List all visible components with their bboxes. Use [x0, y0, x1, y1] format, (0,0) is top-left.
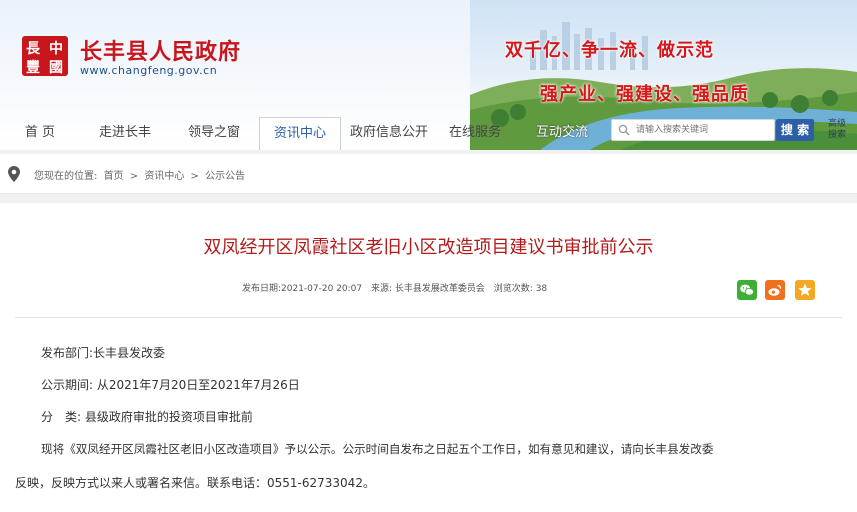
nav-item-news[interactable]: 资讯中心 [259, 117, 341, 150]
search-button[interactable]: 搜 索 [776, 119, 814, 141]
weibo-share-button[interactable] [765, 280, 785, 300]
slogan-line-2: 强产业、强建设、强品质 [540, 84, 749, 105]
article-panel: 双凤经开区凤霞社区老旧小区改造项目建议书审批前公示 发布日期:2021-07-2… [0, 203, 857, 512]
breadcrumb-home[interactable]: 首页 [104, 171, 124, 182]
search-box [611, 119, 775, 141]
article-title: 双凤经开区凤霞社区老旧小区改造项目建议书审批前公示 [203, 237, 654, 258]
body-notice-line2: 反映，反映方式以来人或署名来信。联系电话：0551-62733042。 [15, 476, 375, 490]
body-category: 分 类: 县级政府审批的投资项目审批前 [41, 410, 253, 424]
slogan-line-1: 双千亿、争一流、做示范 [505, 40, 714, 61]
svg-text:中: 中 [49, 40, 63, 57]
svg-text:豐: 豐 [26, 59, 40, 76]
favorite-button[interactable] [795, 280, 815, 300]
advanced-search-link[interactable]: 高级 搜索 [822, 119, 852, 141]
site-title[interactable]: 长丰县人民政府 [80, 34, 241, 66]
search-icon [618, 124, 630, 136]
weibo-icon [768, 284, 782, 296]
wechat-share-button[interactable] [737, 280, 757, 300]
breadcrumb-prefix: 您现在的位置: [34, 171, 98, 182]
star-icon [798, 283, 812, 296]
nav-item-leaders[interactable]: 领导之窗 [181, 117, 247, 150]
nav-item-interaction[interactable]: 互动交流 [530, 117, 594, 150]
svg-text:國: 國 [49, 60, 63, 76]
main-nav: 首 页 走进长丰 领导之窗 资讯中心 政府信息公开 在线服务 互动交流 [0, 117, 600, 150]
breadcrumb-news[interactable]: 资讯中心 [144, 171, 184, 182]
advanced-search-line2: 搜索 [827, 130, 846, 140]
article-source: 来源: 长丰县发展改革委员会 [371, 284, 485, 294]
body-department: 发布部门:长丰县发改委 [41, 346, 166, 360]
nav-item-gov-info[interactable]: 政府信息公开 [345, 117, 433, 150]
breadcrumb-separator: > [190, 171, 199, 182]
article-meta: 发布日期:2021-07-20 20:07 来源: 长丰县发展改革委员会 浏览次… [242, 281, 553, 294]
site-header: 双千亿、争一流、做示范 强产业、强建设、强品质 長 中 豐 國 长丰县人民政府 … [0, 0, 857, 150]
publish-date: 发布日期:2021-07-20 20:07 [242, 284, 363, 294]
nav-item-online-service[interactable]: 在线服务 [444, 117, 506, 150]
view-count: 浏览次数: 38 [493, 284, 548, 294]
nav-item-home[interactable]: 首 页 [14, 117, 66, 150]
search-input[interactable] [636, 121, 772, 139]
body-period: 公示期间: 从2021年7月20日至2021年7月26日 [41, 378, 300, 392]
breadcrumb-separator: > [129, 171, 139, 182]
site-url: www.changfeng.gov.cn [80, 64, 218, 77]
body-notice-line1: 现将《双凤经开区凤霞社区老旧小区改造项目》予以公示。公示时间自发布之日起五个工作… [41, 442, 714, 456]
breadcrumb-notices[interactable]: 公示公告 [205, 171, 245, 182]
breadcrumb-bar: 您现在的位置: 首页 > 资讯中心 > 公示公告 [0, 154, 857, 194]
breadcrumb: 您现在的位置: 首页 > 资讯中心 > 公示公告 [34, 167, 248, 182]
article-divider [15, 317, 842, 318]
location-pin-icon [8, 166, 20, 182]
svg-text:長: 長 [26, 41, 41, 57]
nav-item-about[interactable]: 走进长丰 [92, 117, 158, 150]
advanced-search-line1: 高级 [827, 119, 846, 129]
site-logo-emblem: 長 中 豐 國 [22, 36, 68, 76]
wechat-icon [740, 284, 754, 296]
